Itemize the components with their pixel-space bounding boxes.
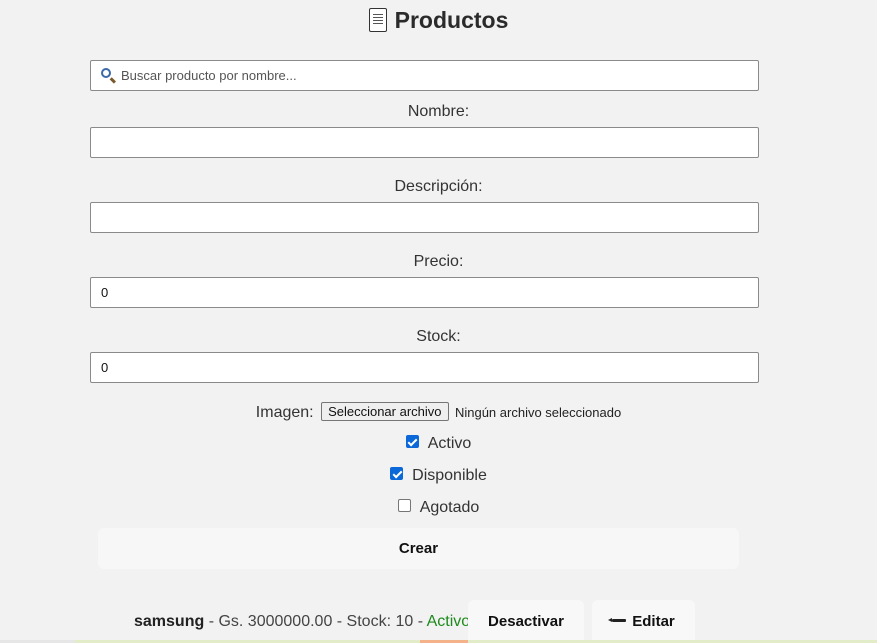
agotado-checkbox[interactable] <box>397 499 411 512</box>
stock-label: Stock: <box>416 328 461 345</box>
disponible-label: Disponible <box>412 467 487 484</box>
search-box <box>90 60 759 91</box>
activo-checkbox-row[interactable]: Activo <box>0 434 877 454</box>
document-icon <box>368 8 387 32</box>
imagen-label: Imagen: <box>255 404 314 421</box>
activo-checkbox[interactable] <box>405 435 419 448</box>
nombre-label: Nombre: <box>407 103 470 120</box>
nombre-field[interactable] <box>90 127 759 158</box>
page-title-text: Productos <box>394 7 509 33</box>
activo-label: Activo <box>427 435 472 452</box>
create-button[interactable]: Crear <box>98 528 739 569</box>
product-summary: samsung - Gs. 3000000.00 - Stock: 10 - A… <box>134 612 470 632</box>
pencil-icon <box>608 618 627 622</box>
agotado-checkbox-row[interactable]: Agotado <box>0 498 877 518</box>
product-name: samsung <box>134 613 205 630</box>
descripcion-field[interactable] <box>90 202 759 233</box>
edit-button[interactable]: Editar <box>592 600 695 643</box>
disponible-checkbox-row[interactable]: Disponible <box>0 466 877 486</box>
product-details: - Gs. 3000000.00 - Stock: 10 - <box>204 613 427 630</box>
page-title: Productos <box>0 4 877 36</box>
list-item: samsung - Gs. 3000000.00 - Stock: 10 - A… <box>0 600 877 643</box>
stock-field[interactable] <box>90 352 759 383</box>
status-badge: Activo <box>426 613 471 630</box>
search-icon <box>101 68 111 78</box>
precio-label: Precio: <box>413 253 464 270</box>
disponible-checkbox[interactable] <box>390 467 404 480</box>
descripcion-label: Descripción: <box>394 178 483 195</box>
deactivate-button[interactable]: Desactivar <box>468 600 584 643</box>
agotado-label: Agotado <box>419 499 480 516</box>
search-input[interactable] <box>121 61 741 90</box>
file-status-text: Ningún archivo seleccionado <box>454 405 622 420</box>
edit-button-label: Editar <box>632 613 675 630</box>
precio-field[interactable] <box>90 277 759 308</box>
image-upload-row: Imagen: Seleccionar archivo Ningún archi… <box>0 402 877 423</box>
select-file-button[interactable]: Seleccionar archivo <box>321 402 449 421</box>
